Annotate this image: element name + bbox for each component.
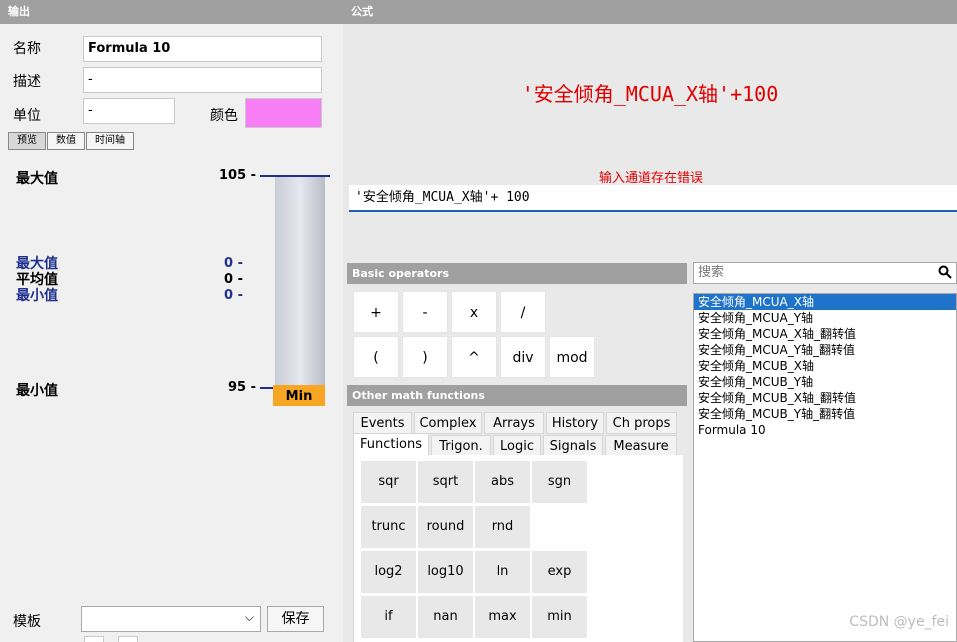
list-item[interactable]: 安全倾角_MCUA_Y轴: [694, 310, 956, 326]
list-item[interactable]: 安全倾角_MCUA_Y轴_翻转值: [694, 342, 956, 358]
fn-ln[interactable]: ln: [475, 551, 530, 593]
tab-ch-props[interactable]: Ch props: [606, 412, 677, 434]
formula-input[interactable]: '安全倾角_MCUA_X轴'+ 100: [349, 185, 957, 212]
unit-label: 单位: [13, 108, 41, 124]
tab-measure[interactable]: Measure: [605, 435, 677, 457]
max-tick: 105 -: [219, 168, 257, 183]
gauge-bar: [275, 177, 325, 385]
stat-avg-label: 平均值: [16, 272, 58, 288]
stat-max-label: 最大值: [16, 256, 58, 272]
search-placeholder: 搜索: [698, 265, 725, 280]
fn-if[interactable]: if: [361, 596, 416, 638]
operator-plus[interactable]: +: [353, 291, 399, 333]
min-line: [260, 387, 274, 389]
search-icon[interactable]: [938, 265, 952, 286]
fn-log2[interactable]: log2: [361, 551, 416, 593]
chevron-down-icon: ⌵: [244, 610, 254, 624]
formula-header: 公式: [343, 0, 957, 24]
template-label: 模板: [13, 614, 41, 630]
stat-min-label: 最小值: [16, 288, 58, 304]
list-item[interactable]: 安全倾角_MCUB_X轴_翻转值: [694, 390, 956, 406]
formula-display: '安全倾角_MCUA_X轴'+100: [521, 82, 779, 106]
fn-exp[interactable]: exp: [532, 551, 587, 593]
operator-mod[interactable]: mod: [549, 336, 595, 378]
small-button-1[interactable]: [84, 636, 104, 642]
description-label: 描述: [13, 74, 41, 90]
tab-events[interactable]: Events: [353, 412, 412, 434]
functions-area: sqr sqrt abs sgn trunc round rnd log2 lo…: [353, 455, 683, 642]
fn-abs[interactable]: abs: [475, 461, 530, 503]
description-field[interactable]: -: [83, 67, 322, 93]
fn-sqrt[interactable]: sqrt: [418, 461, 473, 503]
tab-trigon[interactable]: Trigon.: [431, 435, 491, 457]
fn-max[interactable]: max: [475, 596, 530, 638]
save-button[interactable]: 保存: [267, 606, 324, 632]
fn-trunc[interactable]: trunc: [361, 506, 416, 548]
operator-minus[interactable]: -: [402, 291, 448, 333]
operator-close-paren[interactable]: ): [402, 336, 448, 378]
operator-div[interactable]: div: [500, 336, 546, 378]
fn-nan[interactable]: nan: [418, 596, 473, 638]
tab-preview[interactable]: 预览: [8, 132, 46, 150]
output-header: 输出: [0, 0, 343, 24]
min-badge: Min: [273, 385, 325, 406]
name-field[interactable]: Formula 10: [83, 36, 322, 62]
stat-avg-value: 0 -: [224, 272, 243, 287]
fn-min[interactable]: min: [532, 596, 587, 638]
tab-logic[interactable]: Logic: [493, 435, 541, 457]
list-item[interactable]: 安全倾角_MCUB_X轴: [694, 358, 956, 374]
list-item[interactable]: Formula 10: [694, 422, 956, 438]
operator-open-paren[interactable]: (: [353, 336, 399, 378]
tab-values[interactable]: 数值: [47, 132, 85, 150]
small-button-2[interactable]: [118, 636, 138, 642]
min-value-label: 最小值: [16, 383, 58, 399]
channel-search-input[interactable]: 搜索: [693, 262, 957, 284]
tab-functions[interactable]: Functions: [353, 433, 429, 455]
list-item[interactable]: 安全倾角_MCUA_X轴: [694, 294, 956, 310]
tab-timeline[interactable]: 时间轴: [86, 132, 134, 150]
stat-min-value: 0 -: [224, 288, 243, 303]
other-functions-header: Other math functions: [347, 385, 687, 406]
stat-max-value: 0 -: [224, 256, 243, 271]
basic-operators-header: Basic operators: [347, 263, 687, 284]
unit-field[interactable]: -: [83, 98, 175, 124]
watermark: CSDN @ye_fei: [849, 614, 949, 630]
tab-history[interactable]: History: [546, 412, 604, 434]
formula-panel: 公式 '安全倾角_MCUA_X轴'+100 输入通道存在错误 '安全倾角_MCU…: [343, 0, 957, 642]
color-swatch[interactable]: [245, 98, 322, 128]
fn-rnd[interactable]: rnd: [475, 506, 530, 548]
max-value-label: 最大值: [16, 171, 58, 187]
name-label: 名称: [13, 41, 41, 57]
list-item[interactable]: 安全倾角_MCUB_Y轴: [694, 374, 956, 390]
tab-arrays[interactable]: Arrays: [484, 412, 544, 434]
template-select[interactable]: ⌵: [81, 606, 261, 632]
fn-sgn[interactable]: sgn: [532, 461, 587, 503]
preview-tabs: 预览 数值 时间轴: [8, 132, 135, 150]
tab-complex[interactable]: Complex: [414, 412, 482, 434]
fn-round[interactable]: round: [418, 506, 473, 548]
channel-list: 安全倾角_MCUA_X轴 安全倾角_MCUA_Y轴 安全倾角_MCUA_X轴_翻…: [693, 293, 957, 642]
operator-multiply[interactable]: x: [451, 291, 497, 333]
operator-divide[interactable]: /: [500, 291, 546, 333]
color-label: 颜色: [210, 108, 238, 124]
operator-power[interactable]: ^: [451, 336, 497, 378]
list-item[interactable]: 安全倾角_MCUB_Y轴_翻转值: [694, 406, 956, 422]
fn-sqr[interactable]: sqr: [361, 461, 416, 503]
min-tick: 95 -: [228, 380, 257, 395]
output-panel: 输出 名称 Formula 10 描述 - 单位 - 颜色 预览 数值 时间轴 …: [0, 0, 343, 642]
fn-log10[interactable]: log10: [418, 551, 473, 593]
list-item[interactable]: 安全倾角_MCUA_X轴_翻转值: [694, 326, 956, 342]
tab-signals[interactable]: Signals: [543, 435, 603, 457]
error-message: 输入通道存在错误: [599, 171, 704, 186]
